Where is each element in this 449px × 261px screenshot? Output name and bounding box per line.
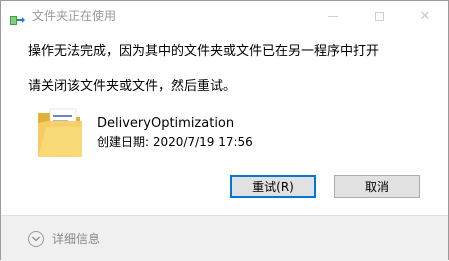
- chevron-down-icon[interactable]: [28, 231, 44, 247]
- maximize-icon: [374, 11, 384, 21]
- minimize-button[interactable]: [310, 1, 356, 31]
- window-title: 文件夹正在使用: [32, 9, 117, 23]
- cancel-button[interactable]: 取消: [334, 175, 420, 198]
- error-message: 操作无法完成，因为其中的文件夹或文件已在另一程序中打开: [28, 44, 380, 59]
- close-icon: ✕: [419, 8, 431, 24]
- dialog-window: 文件夹正在使用 ✕ 操作无法完成，因为其中的文件夹或文件已在另一程序中打开 请关…: [0, 0, 449, 261]
- minimize-icon: [328, 15, 338, 17]
- retry-button[interactable]: 重试(R): [230, 175, 316, 198]
- file-transfer-icon: [10, 11, 26, 25]
- title-bar[interactable]: 文件夹正在使用 ✕: [1, 1, 448, 31]
- file-name: DeliveryOptimization: [97, 116, 235, 131]
- maximize-button[interactable]: [356, 1, 402, 31]
- close-button[interactable]: ✕: [402, 1, 448, 31]
- instruction-message: 请关闭该文件夹或文件，然后重试。: [28, 79, 237, 94]
- details-footer: 详细信息: [1, 215, 448, 261]
- details-toggle[interactable]: 详细信息: [52, 231, 100, 247]
- created-date: 创建日期: 2020/7/19 17:56: [97, 135, 253, 149]
- folder-icon: [36, 105, 84, 161]
